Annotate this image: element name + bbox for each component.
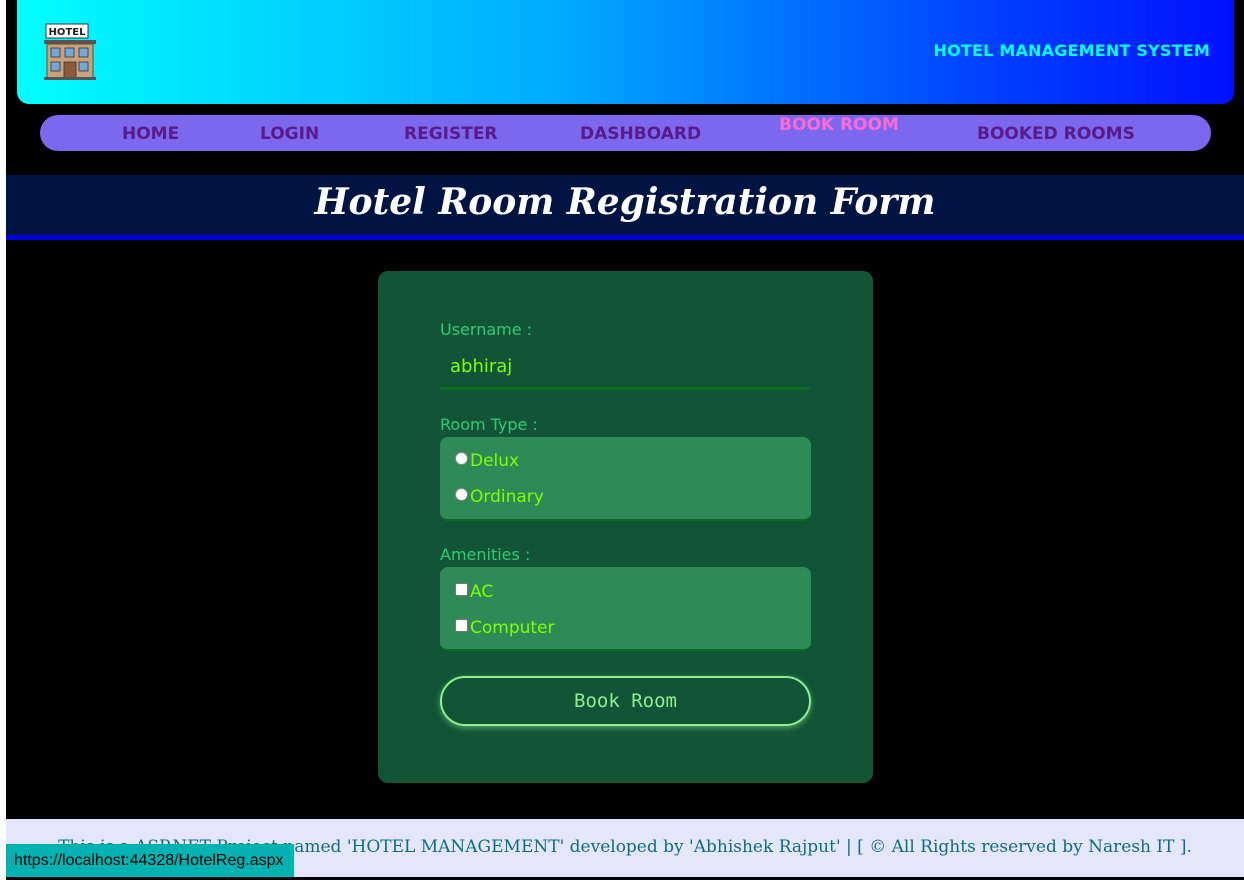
book-room-button[interactable]: Book Room bbox=[440, 676, 811, 726]
window-edge bbox=[0, 0, 6, 880]
page-title-bar: Hotel Room Registration Form bbox=[6, 175, 1244, 240]
radio-ordinary-label[interactable]: Ordinary bbox=[470, 487, 544, 507]
nav-dashboard[interactable]: DASHBOARD bbox=[580, 124, 701, 144]
checkbox-computer-label[interactable]: Computer bbox=[470, 618, 555, 638]
main-nav: HOME LOGIN REGISTER DASHBOARD BOOK ROOM … bbox=[40, 115, 1211, 151]
nav-booked-rooms[interactable]: BOOKED ROOMS bbox=[977, 124, 1135, 144]
page-title: Hotel Room Registration Form bbox=[314, 181, 936, 223]
nav-book-room[interactable]: BOOK ROOM bbox=[779, 115, 899, 135]
room-type-group: Delux Ordinary bbox=[440, 437, 811, 521]
checkbox-computer[interactable]: Computer bbox=[455, 618, 555, 638]
room-type-label: Room Type : bbox=[440, 415, 538, 434]
checkbox-ac[interactable]: AC bbox=[455, 582, 493, 602]
header-banner: HOTEL HOTEL MANAGEMENT SYSTEM bbox=[17, 0, 1234, 104]
radio-button[interactable] bbox=[455, 487, 468, 501]
radio-delux-label[interactable]: Delux bbox=[470, 451, 519, 471]
nav-register[interactable]: REGISTER bbox=[404, 124, 498, 144]
amenities-label: Amenities : bbox=[440, 545, 531, 564]
checkbox-ac-label[interactable]: AC bbox=[470, 582, 493, 602]
logo-text: HOTEL bbox=[49, 27, 87, 38]
nav-home[interactable]: HOME bbox=[122, 124, 179, 144]
radio-delux[interactable]: Delux bbox=[455, 451, 519, 471]
radio-ordinary[interactable]: Ordinary bbox=[455, 487, 544, 507]
hotel-logo-icon: HOTEL bbox=[44, 23, 96, 80]
username-label: Username : bbox=[440, 320, 533, 339]
amenities-group: AC Computer bbox=[440, 567, 811, 651]
page: HOTEL HOTEL MANAGEMENT SYSTEM HOME LOGIN… bbox=[0, 0, 1244, 880]
radio-button[interactable] bbox=[455, 451, 468, 465]
checkbox[interactable] bbox=[455, 618, 468, 632]
nav-login[interactable]: LOGIN bbox=[260, 124, 319, 144]
system-title: HOTEL MANAGEMENT SYSTEM bbox=[933, 41, 1210, 60]
checkbox[interactable] bbox=[455, 582, 468, 596]
status-bar-url: https://localhost:44328/HotelReg.aspx bbox=[6, 844, 294, 877]
username-input[interactable] bbox=[440, 346, 810, 390]
registration-form: Username : Room Type : Delux Ordinary Am… bbox=[378, 271, 873, 783]
